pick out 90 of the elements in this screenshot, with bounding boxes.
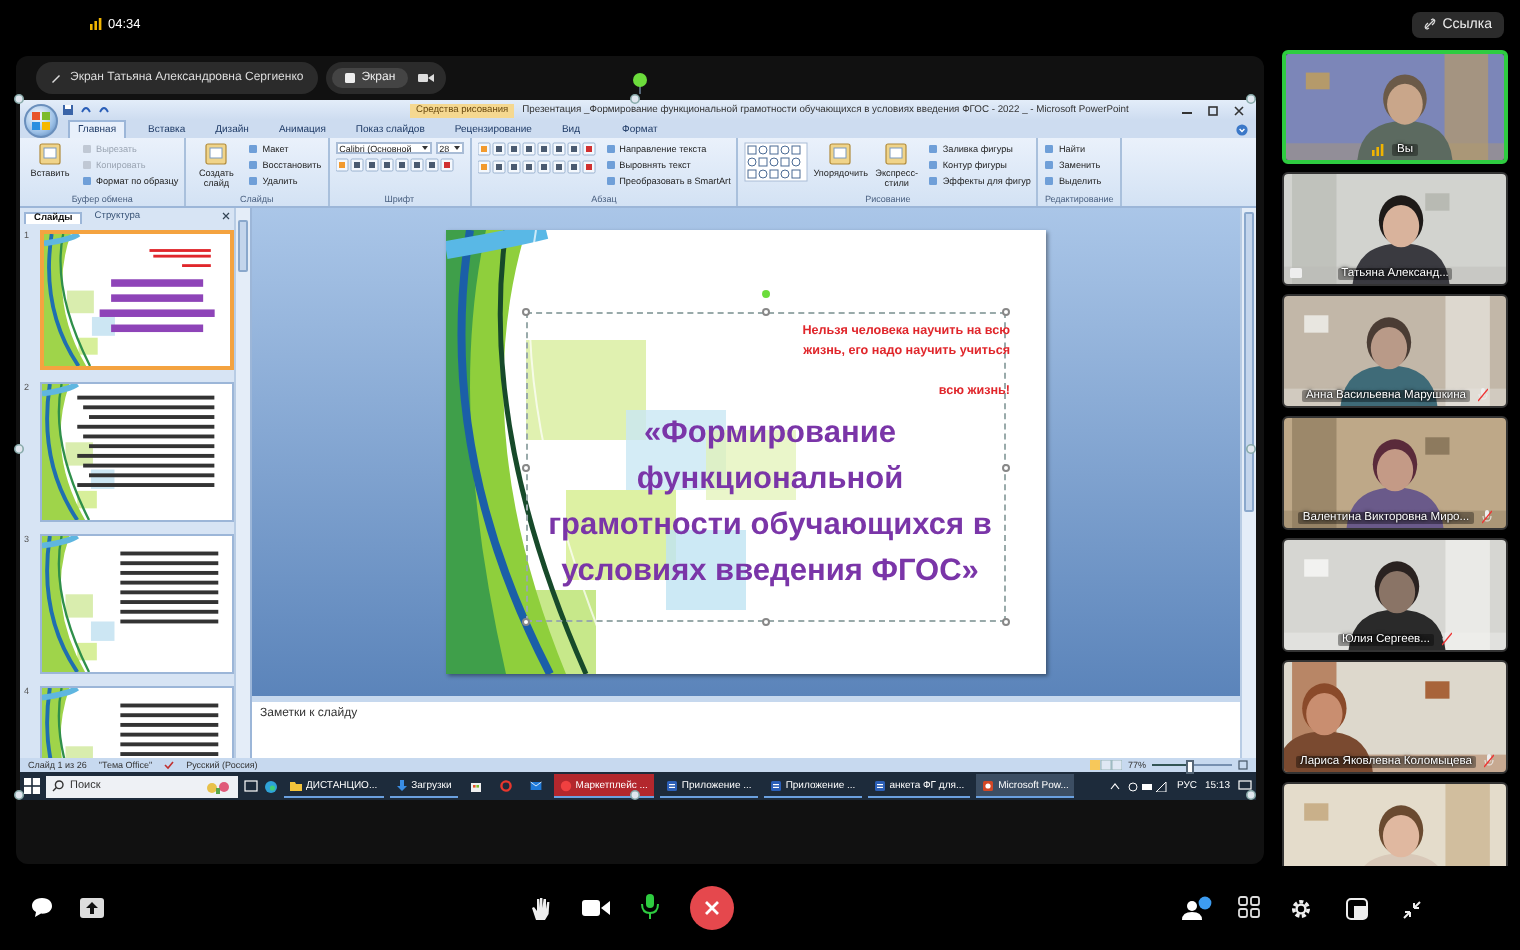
help-icon[interactable] (1236, 124, 1248, 136)
fit-icon[interactable] (1238, 760, 1248, 770)
notification-icon[interactable] (1238, 780, 1252, 792)
close-icon (703, 899, 720, 915)
search-icon (52, 780, 64, 792)
slide-thumbnail[interactable] (40, 230, 234, 370)
office-logo-icon (32, 112, 50, 130)
circle-icon (559, 779, 572, 791)
square-icon (605, 143, 616, 154)
pencil-icon (50, 72, 62, 84)
slide-title: «Формирование функциональной грамотности обучающихся в условиях введения ФГОС» (546, 414, 994, 592)
square-icon (605, 175, 616, 186)
signal-icon (1372, 144, 1385, 156)
redo-icon[interactable] (98, 104, 110, 116)
square-icon (248, 143, 259, 154)
slides-icon (982, 779, 995, 791)
hand-icon[interactable] (529, 895, 552, 919)
edge-icon[interactable] (264, 779, 278, 793)
scrollbar[interactable] (234, 208, 250, 758)
square-icon (1044, 143, 1055, 154)
resize-handle[interactable] (14, 444, 24, 454)
task-view-icon[interactable] (244, 780, 258, 792)
close-icon[interactable] (222, 212, 230, 220)
document-icon (204, 142, 229, 166)
caret-icon (453, 146, 460, 150)
slide-thumbnail[interactable] (40, 382, 234, 522)
chat-icon[interactable] (30, 896, 54, 918)
share-screen-icon[interactable] (80, 897, 104, 917)
mic-muted-icon (1483, 754, 1494, 768)
spellcheck-icon (164, 760, 175, 770)
square-icon (248, 159, 259, 170)
square-icon (82, 143, 92, 154)
square-icon (82, 175, 92, 186)
microphone-icon[interactable] (639, 894, 660, 920)
square-icon (1044, 159, 1055, 170)
maximize-icon[interactable] (1208, 105, 1218, 115)
resize-handle[interactable] (14, 94, 24, 104)
screen-share-icon (1290, 268, 1302, 278)
shapes-gallery[interactable] (744, 142, 809, 182)
scrollbar[interactable] (1240, 208, 1256, 758)
signal-icon (90, 18, 102, 30)
square-icon (248, 175, 259, 186)
mic-muted-icon (1441, 632, 1452, 646)
link-icon (1424, 18, 1437, 30)
resize-handle[interactable] (630, 94, 640, 104)
folder-icon (290, 779, 302, 791)
document-icon (828, 142, 853, 166)
download-icon (395, 779, 408, 791)
chevron-icon[interactable] (1110, 782, 1121, 790)
settings-icon[interactable] (1290, 898, 1312, 920)
ring-icon (499, 779, 512, 791)
end-call-button[interactable] (689, 885, 734, 929)
participants-icon[interactable] (1182, 895, 1212, 919)
resize-handle[interactable] (1246, 790, 1256, 800)
format-buttons-drawing (335, 157, 456, 171)
tray-icons (1128, 781, 1169, 791)
resize-handle[interactable] (14, 790, 24, 800)
document-icon (665, 779, 678, 791)
square-icon (928, 175, 939, 186)
caret-icon (421, 146, 428, 150)
window-icon[interactable] (1346, 898, 1368, 920)
document-icon (769, 779, 782, 791)
flower-icon (204, 779, 232, 793)
mic-muted-icon (1478, 388, 1489, 402)
resize-handle[interactable] (1246, 94, 1256, 104)
resize-handle[interactable] (630, 790, 640, 800)
mic-muted-icon (1481, 510, 1492, 524)
rotate-handle[interactable] (632, 72, 648, 94)
resize-handle[interactable] (1246, 444, 1256, 454)
save-icon[interactable] (62, 104, 74, 116)
document-icon (884, 142, 909, 166)
square-icon (928, 143, 939, 154)
camera-icon[interactable] (417, 72, 434, 84)
close-icon[interactable] (1234, 105, 1244, 115)
shrink-icon[interactable] (1402, 899, 1422, 919)
envelope-icon (529, 779, 542, 791)
square-icon (928, 159, 939, 170)
screen-icon (343, 72, 356, 84)
camera-icon[interactable] (581, 897, 610, 917)
document-icon (873, 779, 886, 791)
square-icon (82, 159, 92, 170)
undo-icon[interactable] (80, 104, 92, 116)
square-icon (1044, 175, 1055, 186)
format-buttons-drawing (477, 159, 598, 173)
square-icon (605, 159, 616, 170)
slide-thumbnail[interactable] (40, 534, 234, 674)
grid-icon[interactable] (1238, 896, 1260, 918)
start-icon[interactable] (24, 778, 40, 794)
bag-icon (469, 779, 482, 791)
document-icon (38, 142, 62, 166)
